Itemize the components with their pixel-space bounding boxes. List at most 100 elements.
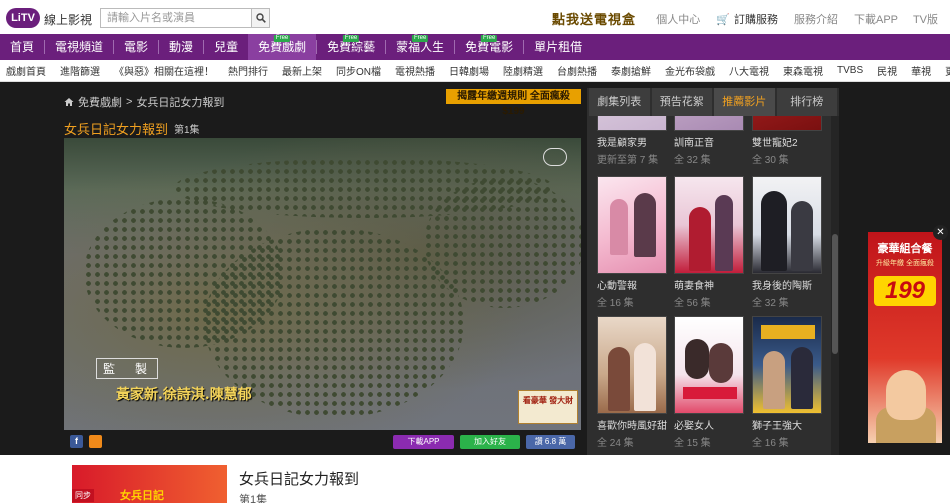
nav-label: 免費電影 (465, 40, 514, 54)
subnav-item[interactable]: 陸劇精選 (503, 63, 543, 78)
breadcrumb-current: 女兵日記女力報到 (136, 97, 225, 109)
breadcrumb-separator: > (126, 96, 133, 108)
subnav-item[interactable]: 進階篩選 (60, 63, 100, 78)
panel-scrollbar-thumb[interactable] (832, 234, 838, 354)
nav-item-free-variety[interactable]: Free 免費綜藝 (317, 34, 385, 60)
nav-label: 電視頻道 (55, 40, 104, 54)
episode-label: 第1集 (174, 125, 200, 136)
subnav-item[interactable]: 民視 (877, 63, 897, 78)
bottom-thumbnail[interactable]: 同步 女兵日記 (72, 465, 227, 503)
site-logo[interactable]: LiTV (6, 8, 40, 28)
recommend-card[interactable]: 我是顧家男 更新至第 7 集 (597, 116, 667, 166)
home-icon[interactable] (64, 97, 74, 107)
event-banner[interactable]: 揭露年繳週規則 全面瘋殺$199 (446, 89, 581, 117)
recommend-card[interactable]: 必娶女人 全 15 集 (674, 316, 744, 449)
nav-label: 兒童 (214, 40, 239, 54)
cart-icon: 🛒 (716, 13, 730, 26)
recommend-card[interactable]: 我身後的陶斯 全 32 集 (752, 176, 822, 309)
card-title: 我是顧家男 (597, 138, 647, 149)
nav-label: 首頁 (10, 40, 35, 54)
tab-trailers[interactable]: 預告花絮 (651, 88, 712, 116)
free-badge: Free (411, 35, 429, 42)
nav-item-tv[interactable]: 電視頻道 (45, 34, 113, 60)
nav-item-anime[interactable]: 動漫 (159, 34, 203, 60)
ad-subtitle: 升級年繳 全面瘋殺 (876, 260, 934, 267)
main-nav: 首頁 電視頻道 電影 動漫 兒童 Free 免費戲劇 Free 免費綜藝 Free 蒙… (0, 34, 950, 60)
recommend-card[interactable]: 心動警報 全 16 集 (597, 176, 667, 309)
recommend-card[interactable]: 喜歡你時風好甜 全 24 集 (597, 316, 667, 449)
recommend-card[interactable]: 萌妻食神 全 56 集 (674, 176, 744, 309)
facebook-like-button[interactable]: 讚 6.8 萬 (526, 435, 575, 449)
poster (752, 176, 822, 274)
nav-item-home[interactable]: 首頁 (0, 34, 44, 60)
link-share-icon[interactable] (89, 435, 102, 448)
subnav-item[interactable]: 《與惡》相關在這裡！ (114, 63, 214, 78)
close-icon[interactable]: ✕ (933, 225, 948, 240)
side-ad[interactable]: 豪華組合餐 升級年繳 全面瘋殺 199 (868, 232, 942, 443)
card-episodes: 全 24 集 (597, 438, 634, 449)
service-intro-link[interactable]: 服務介紹 (794, 11, 838, 27)
recommend-card[interactable]: 獅子王強大 全 16 集 (752, 316, 822, 449)
subscribe-link[interactable]: 🛒 訂購服務 (716, 11, 778, 27)
promo-link[interactable]: 點我送電視盒 (552, 9, 636, 28)
nav-item-kids[interactable]: 兒童 (204, 34, 248, 60)
nav-item-movie[interactable]: 電影 (114, 34, 158, 60)
video-title: 女兵日記女力報到 (64, 122, 169, 137)
free-badge: Free (480, 35, 498, 42)
line-add-friend-button[interactable]: 加入好友 (460, 435, 520, 449)
site-header: LiTV 線上影視 請輸入片名或演員 點我送電視盒 個人中心 🛒 訂購服務 服務介… (0, 0, 950, 34)
subnav-item[interactable]: 電視熱播 (395, 63, 435, 78)
poster (674, 316, 744, 414)
recommend-card[interactable]: 訓南正音 全 32 集 (674, 116, 744, 166)
search-button[interactable] (251, 8, 270, 28)
bottom-episode: 第1集 (239, 494, 268, 503)
ad-title: 豪華組合餐 (877, 243, 933, 255)
tab-recommended[interactable]: 推薦影片 (714, 88, 775, 116)
tv-version-link[interactable]: TV版 (913, 11, 938, 27)
breadcrumb: 免費戲劇 > 女兵日記女力報到 (64, 94, 224, 110)
nav-label: 電影 (124, 40, 149, 54)
subnav-more-dropdown[interactable]: 更多 (945, 63, 950, 78)
breadcrumb-category[interactable]: 免費戲劇 (78, 94, 122, 110)
member-center-link[interactable]: 個人中心 (656, 11, 700, 27)
thumbnail-title: 女兵日記 (120, 490, 164, 502)
tab-episode-list[interactable]: 劇集列表 (589, 88, 650, 116)
nav-item-free-drama[interactable]: Free 免費戲劇 (248, 34, 317, 60)
subnav-item[interactable]: 日韓劇場 (449, 63, 489, 78)
subnav-item[interactable]: 同步ON檔 (336, 63, 381, 78)
recommend-card[interactable]: 雙世寵妃2 全 30 集 (752, 116, 822, 166)
subnav-item[interactable]: 台劇熱播 (557, 63, 597, 78)
card-title: 獅子王強大 (752, 421, 802, 432)
poster (597, 116, 667, 131)
nav-label: 蒙福人生 (396, 40, 445, 54)
nav-label: 免費綜藝 (327, 40, 376, 54)
subnav-item[interactable]: 八大電視 (729, 63, 769, 78)
nav-label: 動漫 (169, 40, 194, 54)
nav-item-blessed-life[interactable]: Free 蒙福人生 (386, 34, 454, 60)
subnav-item[interactable]: 華視 (911, 63, 931, 78)
subnav-item[interactable]: TVBS (837, 65, 863, 76)
subnav-item[interactable]: 戲劇首頁 (6, 63, 46, 78)
subnav-item[interactable]: 金光布袋戲 (665, 63, 715, 78)
search-input[interactable]: 請輸入片名或演員 (100, 8, 252, 28)
subnav-item[interactable]: 泰劇搶鮮 (611, 63, 651, 78)
card-title: 心動警報 (597, 281, 637, 292)
credit-label: 監 製 (96, 358, 159, 379)
nav-item-rental[interactable]: 單片租借 (524, 34, 592, 60)
nav-item-free-movie[interactable]: Free 免費電影 (455, 34, 523, 60)
subnav-item[interactable]: 東森電視 (783, 63, 823, 78)
bottom-info: 同步 女兵日記 女兵日記女力報到 第1集 (0, 455, 950, 503)
download-app-button[interactable]: 下載APP (393, 435, 454, 449)
panel-tabs: 劇集列表 預告花絮 推薦影片 排行榜 (587, 88, 839, 116)
recommend-grid: 我是顧家男 更新至第 7 集 訓南正音 全 32 集 雙世寵妃2 全 30 集 (587, 116, 839, 455)
download-app-link[interactable]: 下載APP (854, 11, 898, 27)
subnav-item[interactable]: 熱門排行 (228, 63, 268, 78)
video-frame-detail (424, 178, 581, 308)
poster (597, 176, 667, 274)
video-player[interactable]: 監 製 黃家新.徐詩淇.陳慧郁 看豪華 發大財 (64, 138, 581, 430)
card-episodes: 全 16 集 (597, 298, 634, 309)
subnav-item[interactable]: 最新上架 (282, 63, 322, 78)
facebook-share-icon[interactable]: f (70, 435, 83, 448)
tab-ranking[interactable]: 排行榜 (776, 88, 837, 116)
poster (674, 176, 744, 274)
